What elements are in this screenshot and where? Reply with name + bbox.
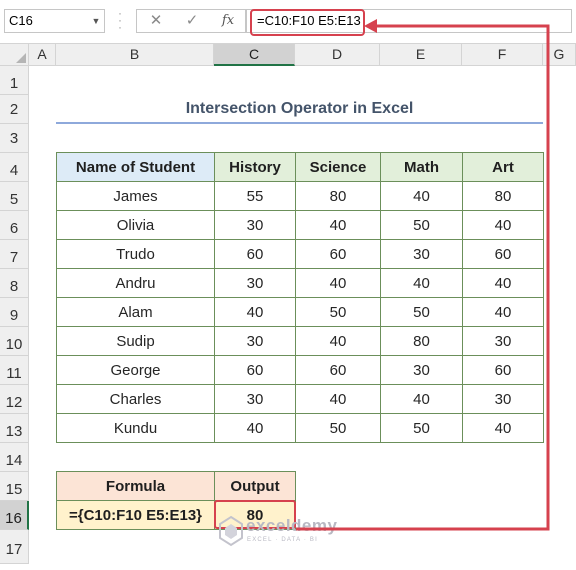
annotation-arrow [296,19,550,531]
